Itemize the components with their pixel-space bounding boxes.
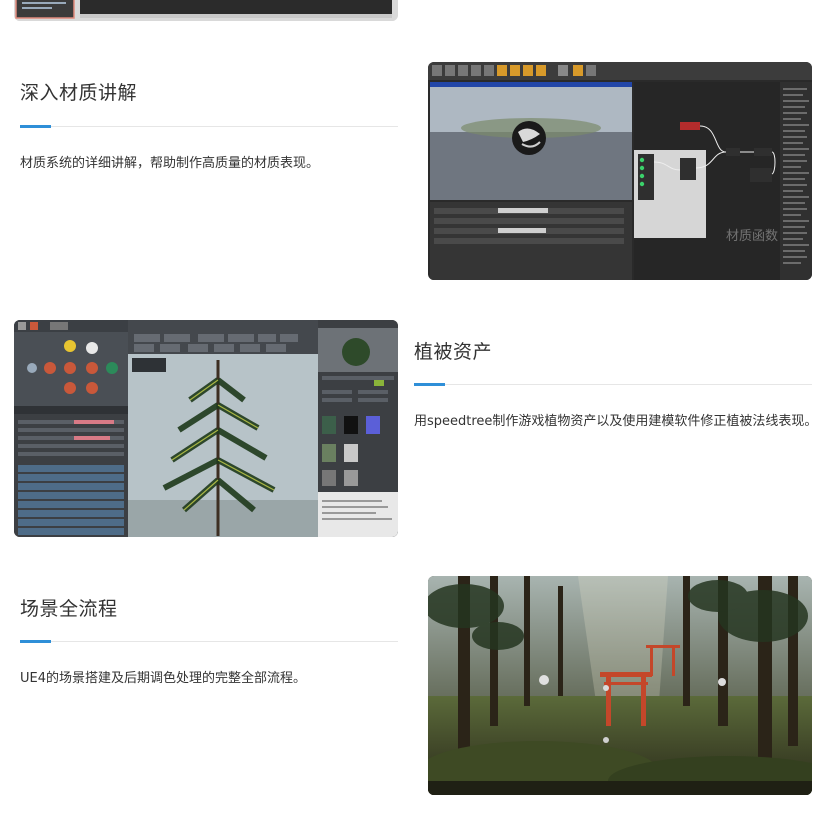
speedtree-editor-art	[14, 320, 398, 537]
section-2-accent-bar	[414, 383, 445, 386]
section-1-title: 深入材质讲解	[20, 82, 138, 104]
section-1-description: 材质系统的详细讲解，帮助制作高质量的材质表现。	[20, 156, 320, 171]
section-2-title: 植被资产	[414, 341, 493, 363]
section-3-accent-bar	[20, 640, 51, 643]
forest-scene-screenshot	[428, 576, 812, 795]
forest-scene-art	[428, 576, 812, 795]
section-3-divider	[20, 641, 398, 642]
section-2-description: 用speedtree制作游戏植物资产以及使用建模软件修正植被法线表现。	[414, 414, 818, 429]
material-function-caption: 材质函数	[726, 229, 779, 244]
section-1-accent-bar	[20, 125, 51, 128]
section-1-divider	[20, 126, 398, 127]
top-cropped-screenshot-art	[14, 0, 398, 21]
material-editor-screenshot: 材质函数	[428, 62, 812, 280]
section-3-description: UE4的场景搭建及后期调色处理的完整全部流程。	[20, 671, 307, 686]
material-editor-art	[428, 62, 812, 280]
section-3-title: 场景全流程	[20, 598, 118, 620]
section-2-divider	[414, 384, 812, 385]
speedtree-editor-screenshot	[14, 320, 398, 537]
top-cropped-screenshot	[14, 0, 398, 21]
